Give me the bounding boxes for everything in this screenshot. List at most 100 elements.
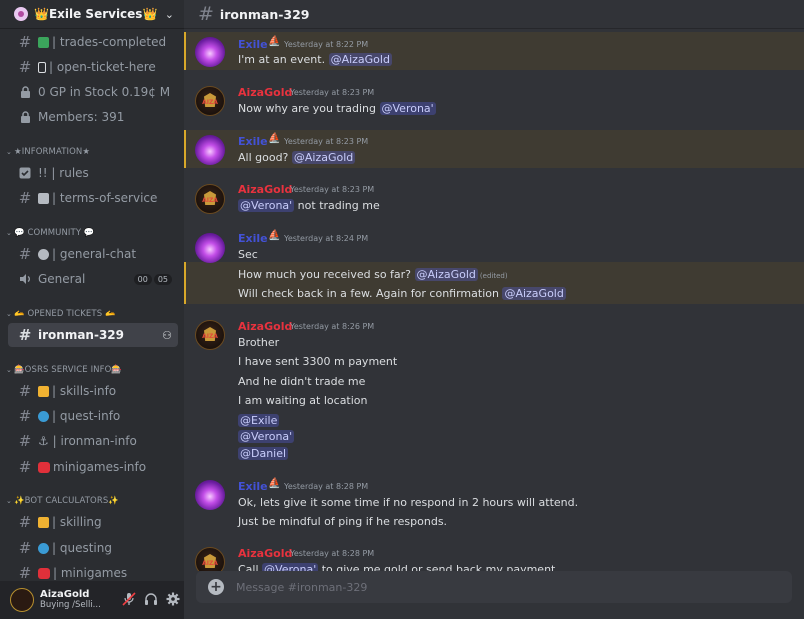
avatar[interactable]	[195, 184, 225, 214]
avatar[interactable]	[195, 547, 225, 571]
message-author[interactable]: Exile	[238, 38, 268, 51]
hash-icon: #	[18, 564, 32, 581]
channel-questing[interactable]: # | questing	[8, 536, 178, 560]
user-mention[interactable]: @Verona'	[238, 199, 295, 212]
slot-machine-emoji-icon	[38, 516, 49, 528]
server-icon	[14, 7, 28, 21]
hash-icon: #	[18, 407, 32, 425]
message-line: Brother	[238, 336, 279, 349]
hash-icon: #	[18, 33, 32, 51]
message-author[interactable]: Exile	[238, 480, 268, 493]
channel-skilling[interactable]: # | skilling	[8, 510, 178, 534]
message-line: @Daniel	[238, 447, 289, 460]
gear-icon[interactable]	[162, 592, 184, 609]
hash-icon: #	[18, 382, 32, 400]
channel-gp-stock[interactable]: 0 GP in Stock 0.19¢ M	[8, 80, 178, 104]
category-bot-calculators[interactable]: ⌄ ✨BOT CALCULATORS✨	[6, 496, 119, 506]
message-author[interactable]: Exile	[238, 232, 268, 245]
channel-prefix: |	[49, 60, 57, 74]
channel-skills-info[interactable]: # | skills-info	[8, 379, 178, 403]
category-information[interactable]: ⌄ ★INFORMATION★	[6, 147, 90, 157]
message-author[interactable]: AizaGold	[238, 320, 292, 333]
server-name: 👑Exile Services👑	[34, 7, 158, 21]
message-text: Brother	[238, 336, 280, 349]
channel-ironman-329[interactable]: # ironman-329 ⚇	[8, 323, 178, 347]
hash-icon: #	[18, 458, 32, 476]
message-text: Ok, lets give it some time if no respond…	[238, 496, 579, 509]
scroll-emoji-icon	[38, 192, 49, 204]
message-author[interactable]: AizaGold	[238, 86, 292, 99]
message-line: All good? @AizaGold	[238, 151, 356, 164]
chevron-down-icon: ⌄	[6, 497, 12, 505]
message-timestamp: Yesterday at 8:26 PM	[290, 322, 375, 331]
money-bag-emoji-icon	[38, 36, 49, 48]
chevron-down-icon: ⌄	[6, 366, 12, 374]
user-info[interactable]: AizaGold Buying /Selli...	[40, 589, 118, 611]
chevron-down-icon[interactable]: ⌄	[165, 8, 174, 21]
user-mention[interactable]: @AizaGold	[328, 53, 392, 66]
message-timestamp: Yesterday at 8:24 PM	[284, 234, 369, 243]
user-mention[interactable]: @AizaGold	[291, 151, 356, 164]
channel-label: questing	[59, 541, 112, 555]
user-mention[interactable]: @Exile	[238, 414, 280, 427]
message-line: I am waiting at location	[238, 394, 368, 407]
voice-channel-general[interactable]: General 00 05	[8, 267, 178, 291]
channel-label: ironman-329	[38, 328, 124, 342]
user-mention[interactable]: @AizaGold	[502, 287, 566, 300]
channel-label: open-ticket-here	[56, 60, 156, 74]
chevron-down-icon: ⌄	[6, 229, 12, 237]
avatar[interactable]	[195, 135, 225, 165]
avatar[interactable]	[195, 86, 225, 116]
channel-quest-info[interactable]: # | quest-info	[8, 404, 178, 428]
channel-sidebar: 👑Exile Services👑 ⌄ # | trades-completed …	[0, 0, 184, 619]
message-line: Now why are you trading @Verona'	[238, 102, 436, 115]
mute-microphone-icon[interactable]	[118, 591, 140, 609]
channel-trades-completed[interactable]: # | trades-completed	[8, 30, 178, 54]
voice-badges: 00 05	[133, 273, 172, 285]
headphones-icon[interactable]	[140, 592, 162, 609]
edited-tag: (edited)	[479, 272, 508, 280]
add-member-icon[interactable]: ⚇	[162, 329, 172, 342]
user-mention[interactable]: @Verona'	[238, 430, 295, 443]
message-line: Call @Verona' to give me gold or send ba…	[238, 563, 555, 571]
channel-general-chat[interactable]: # | general-chat	[8, 242, 178, 266]
server-header[interactable]: 👑Exile Services👑 ⌄	[0, 0, 184, 29]
message-text: I am waiting at location	[238, 394, 368, 407]
channel-prefix: !! |	[38, 166, 60, 180]
avatar[interactable]	[195, 320, 225, 350]
avatar[interactable]	[10, 588, 34, 612]
message-text: Will check back in a few. Again for conf…	[238, 287, 503, 300]
message-author[interactable]: Exile	[238, 135, 268, 148]
message-timestamp: Yesterday at 8:28 PM	[290, 549, 375, 558]
channel-open-ticket-here[interactable]: # | open-ticket-here	[8, 55, 178, 79]
category-osrs-service-info[interactable]: ⌄ 🎰OSRS SERVICE INFO🎰	[6, 365, 122, 375]
channel-label: minigames	[60, 566, 128, 580]
user-mention[interactable]: @Daniel	[238, 447, 289, 460]
user-status: Buying /Selli...	[40, 600, 101, 610]
category-opened-tickets[interactable]: ⌄ 🫴 OPENED TICKETS 🫴	[6, 309, 116, 319]
user-mention[interactable]: @Verona'	[379, 102, 436, 115]
user-mention[interactable]: @AizaGold	[414, 268, 478, 281]
message-line: Just be mindful of ping if he responds.	[238, 515, 447, 528]
channel-minigames-info[interactable]: # minigames-info	[8, 455, 178, 479]
user-mention[interactable]: @Verona'	[262, 563, 319, 571]
channel-members-count[interactable]: Members: 391	[8, 105, 178, 129]
channel-label: trades-completed	[59, 35, 167, 49]
speech-bubble-emoji-icon	[38, 248, 49, 260]
channel-label: ironman-info	[60, 434, 137, 448]
channel-rules[interactable]: !! | rules	[8, 161, 178, 185]
channel-label: terms-of-service	[59, 191, 158, 205]
channel-ironman-info[interactable]: # ⚓ | ironman-info	[8, 429, 178, 453]
message-author[interactable]: AizaGold	[238, 183, 292, 196]
channel-terms-of-service[interactable]: # | terms-of-service	[8, 186, 178, 210]
message-author[interactable]: AizaGold	[238, 547, 292, 560]
lock-icon	[17, 111, 33, 123]
channel-minigames[interactable]: # | minigames	[8, 561, 178, 581]
avatar[interactable]	[195, 480, 225, 510]
plus-icon[interactable]: +	[208, 579, 224, 595]
avatar[interactable]	[195, 37, 225, 67]
category-community[interactable]: ⌄ 💬 COMMUNITY 💬	[6, 228, 95, 238]
message-text: Call	[238, 563, 263, 571]
message-input[interactable]	[236, 580, 636, 594]
avatar[interactable]	[195, 233, 225, 263]
